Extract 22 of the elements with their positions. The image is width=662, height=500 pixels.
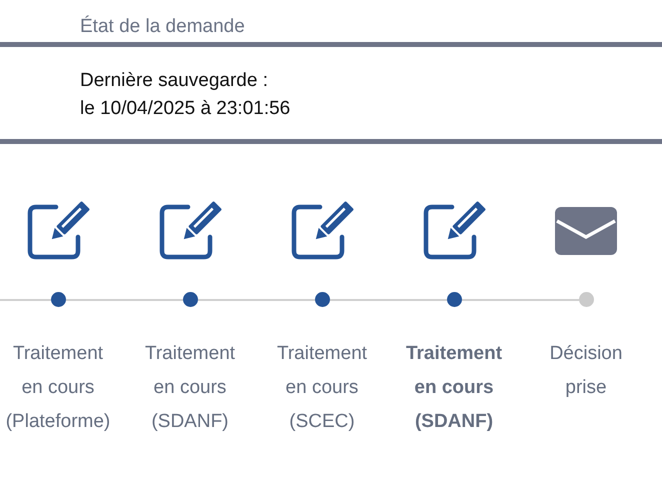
step-label: (SDANF): [151, 410, 229, 434]
save-timestamp: le 10/04/2025 à 23:01:56: [80, 97, 292, 121]
section-title: État de la demande: [79, 14, 246, 39]
step-label: en cours: [22, 376, 94, 400]
step-label: (Plateforme): [6, 410, 110, 434]
step-label: (SDANF): [414, 410, 494, 434]
step-label: Décision: [550, 342, 622, 366]
step-label: prise: [565, 376, 607, 400]
step-label: Traitement: [276, 342, 368, 366]
step-label: (SCEC): [289, 410, 355, 434]
step-label: Traitement: [144, 342, 236, 366]
step-label: Traitement: [406, 342, 502, 366]
step-label: en cours: [154, 376, 226, 400]
edit-icon: [26, 201, 90, 261]
envelope-icon: [555, 207, 617, 255]
edit-icon: [290, 201, 354, 261]
step-label: Traitement: [12, 342, 104, 366]
step-label: en cours: [286, 376, 358, 400]
edit-icon: [422, 201, 486, 261]
edit-icon: [158, 201, 222, 261]
step-label: en cours: [414, 376, 494, 400]
save-label: Dernière sauvegarde :: [80, 69, 269, 93]
